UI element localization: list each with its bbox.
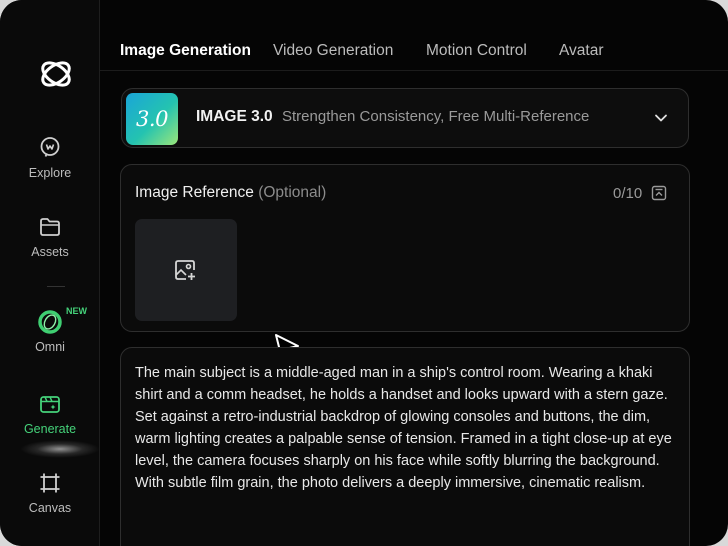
tabs-divider	[100, 70, 728, 71]
model-selector[interactable]: 3.0 IMAGE 3.0 Strengthen Consistency, Fr…	[121, 88, 689, 148]
image-reference-title: Image Reference (Optional)	[135, 184, 326, 202]
model-description: Strengthen Consistency, Free Multi-Refer…	[282, 108, 590, 125]
explore-icon	[40, 137, 60, 157]
chevron-down-icon[interactable]	[652, 109, 670, 127]
active-item-glow	[20, 440, 100, 458]
sidebar-item-assets[interactable]: Assets	[0, 215, 100, 259]
new-badge: NEW	[66, 306, 87, 316]
sidebar-item-label: Generate	[23, 422, 77, 436]
tab-avatar[interactable]: Avatar	[559, 42, 604, 60]
sidebar-item-generate[interactable]: Generate	[0, 392, 100, 436]
sidebar-item-label: Assets	[31, 245, 69, 259]
tab-image-generation[interactable]: Image Generation	[120, 42, 251, 60]
app-logo-icon[interactable]	[38, 56, 74, 92]
tab-motion-control[interactable]: Motion Control	[426, 42, 527, 60]
generate-icon	[40, 396, 60, 413]
tab-video-generation[interactable]: Video Generation	[273, 42, 393, 60]
reference-count: 0/10	[613, 185, 643, 202]
image-reference-label: Image Reference	[135, 184, 254, 201]
model-thumbnail: 3.0	[126, 93, 178, 145]
sidebar-item-label: Explore	[28, 166, 72, 180]
model-name: IMAGE 3.0	[196, 108, 273, 125]
sidebar-divider	[47, 286, 65, 287]
add-image-icon	[175, 260, 195, 280]
image-reference-panel: Image Reference (Optional) 0/10	[120, 164, 690, 332]
prompt-text: The main subject is a middle-aged man in…	[135, 365, 672, 491]
sidebar: Explore Assets NEW Omni Generate Canvas	[0, 0, 100, 546]
sidebar-item-label: Canvas	[28, 501, 72, 515]
collapse-icon[interactable]	[651, 185, 667, 201]
upload-image-button[interactable]	[135, 219, 237, 321]
canvas-icon	[40, 473, 60, 493]
folder-icon	[40, 218, 60, 236]
app-window: Explore Assets NEW Omni Generate Canvas …	[0, 0, 728, 546]
sidebar-item-explore[interactable]: Explore	[0, 136, 100, 180]
prompt-textarea[interactable]: The main subject is a middle-aged man in…	[120, 347, 690, 546]
sidebar-item-canvas[interactable]: Canvas	[0, 471, 100, 515]
sidebar-item-omni[interactable]: NEW Omni	[0, 306, 100, 354]
omni-icon	[38, 310, 62, 334]
sidebar-item-label: Omni	[35, 340, 65, 354]
optional-label: (Optional)	[258, 184, 327, 201]
